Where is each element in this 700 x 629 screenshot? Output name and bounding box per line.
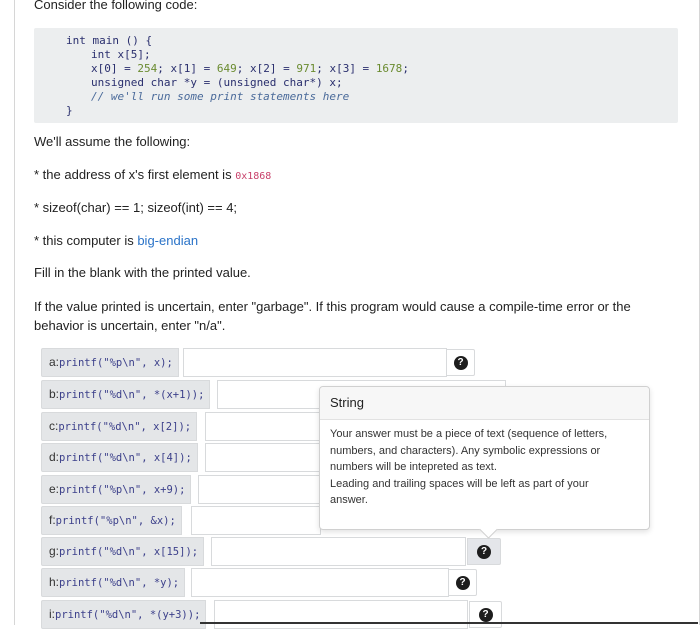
address-value: 0x1868 [235,171,272,182]
string-help-popover: String Your answer must be a piece of te… [319,386,650,539]
popover-title: String [320,387,649,420]
popover-line: numbers, and characters). Any symbolic e… [330,444,601,457]
question-row-h: h:printf("%d\n", *y); ? [41,568,478,597]
question-label-c: c:printf("%d\n", x[2]); [41,412,198,441]
big-endian-link[interactable]: big-endian [137,233,198,248]
question-circle-icon: ? [477,544,491,559]
popover-line: Your answer must be a piece of text (seq… [330,428,608,440]
code-block: int main () { int x[5]; x[0] = 254; x[1]… [34,28,678,123]
answer-input-e[interactable] [198,475,321,504]
answer-input-g[interactable] [211,537,466,566]
question-row-d: d:printf("%d\n", x[4]); [41,443,321,472]
question-label-f: f:printf("%p\n", &x); [41,506,182,535]
code-line-3: x[0] = 254; x[1] = 649; x[2] = 971; x[3]… [91,62,409,75]
code-line-6: } [66,104,73,117]
question-row-e: e:printf("%p\n", x+9); [41,475,321,504]
fill-instruction: Fill in the blank with the printed value… [34,265,251,280]
help-button-g[interactable]: ? [467,538,501,565]
answer-input-h[interactable] [191,568,449,597]
answer-input-d[interactable] [205,443,321,472]
popover-body: Your answer must be a piece of text (seq… [320,420,649,509]
fact-address: * the address of x's first element is 0x… [34,167,272,182]
popover-line: numbers will be intepreted as text. [330,461,497,473]
intro-text: Consider the following code: [34,0,198,12]
question-label-e: e:printf("%p\n", x+9); [41,475,192,504]
code-line-4: unsigned char *y = (unsigned char*) x; [91,76,343,89]
question-label-d: d:printf("%d\n", x[4]); [41,443,198,472]
fact-endian: * this computer is big-endian [34,233,199,248]
code-line-2: int x[5]; [91,48,151,61]
question-circle-icon: ? [455,575,470,590]
question-label-g: g:printf("%d\n", x[15]); [41,537,205,566]
answer-input-f[interactable] [191,506,321,535]
question-row-c: c:printf("%d\n", x[2]); [41,412,321,441]
question-row-f: f:printf("%p\n", &x); [41,506,321,535]
help-button-h[interactable]: ? [448,569,477,596]
help-button-a[interactable]: ? [446,349,475,376]
code-line-1: int main () { [66,34,153,47]
question-label-a: a:printf("%p\n", x); [41,348,179,377]
fact-sizeof: * sizeof(char) == 1; sizeof(int) == 4; [34,200,238,215]
code-line-5-comment: // we'll run some print statements here [91,90,350,103]
answer-input-a[interactable] [183,348,447,377]
bottom-divider [200,622,698,624]
uncertain-instructions: If the value printed is uncertain, enter… [34,299,631,333]
question-row-g: g:printf("%d\n", x[15]); ? [41,537,502,566]
question-circle-icon: ? [478,607,493,622]
popover-line: Leading and trailing spaces will be left… [330,477,589,490]
question-label-h: h:printf("%d\n", *y); [41,568,186,597]
question-circle-icon: ? [453,355,468,370]
question-row-a: a:printf("%p\n", x); ? [41,348,475,377]
answer-input-c[interactable] [205,412,321,441]
popover-line: answer. [330,494,368,506]
question-label-b: b:printf("%d\n", *(x+1)); [41,380,211,409]
assume-heading: We'll assume the following: [34,134,191,149]
